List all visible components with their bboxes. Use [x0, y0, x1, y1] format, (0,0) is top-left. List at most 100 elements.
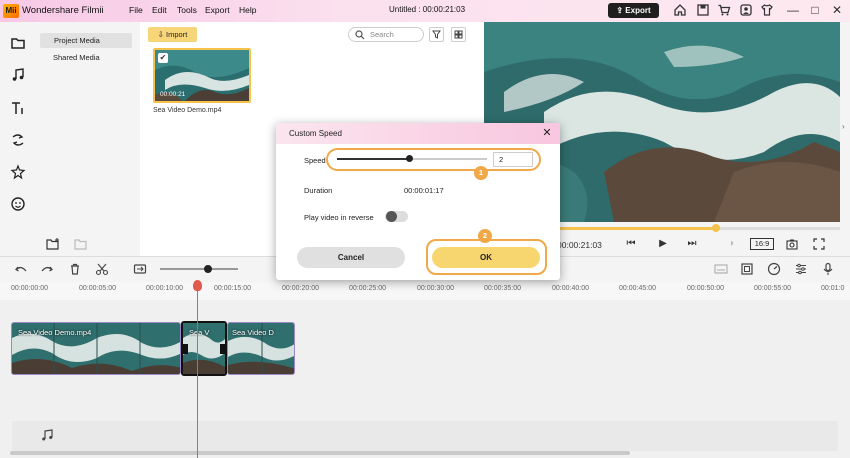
subtitle-icon[interactable]: [714, 262, 728, 276]
dialog-title: Custom Speed: [289, 129, 342, 138]
render-icon[interactable]: ◑: [724, 238, 738, 249]
upload-icon: ⇪: [616, 6, 626, 15]
chevron-right-icon: ›: [842, 122, 845, 131]
nav-project-media[interactable]: Project Media: [40, 33, 132, 48]
microphone-icon[interactable]: [821, 262, 835, 276]
maximize-icon[interactable]: □: [808, 3, 822, 17]
crop-icon[interactable]: [133, 262, 147, 276]
step-badge-1: 1: [474, 166, 488, 180]
ruler-label: 00:00:20:00: [282, 285, 319, 292]
sticker-icon[interactable]: [10, 196, 26, 212]
speed-gauge-icon[interactable]: [767, 262, 781, 276]
folder-icon[interactable]: [10, 35, 26, 51]
transition-icon[interactable]: [10, 132, 26, 148]
effects-icon[interactable]: [10, 164, 26, 180]
trim-handle-right[interactable]: [220, 344, 225, 354]
cancel-button[interactable]: Cancel: [297, 247, 405, 268]
export-label: Export: [625, 6, 651, 15]
snapshot-icon[interactable]: [786, 238, 800, 250]
adjust-sliders-icon[interactable]: [794, 262, 808, 276]
speed-slider-fill: [337, 158, 410, 160]
new-folder-icon[interactable]: [46, 237, 60, 250]
filter-button[interactable]: [429, 27, 444, 42]
ruler-label: 00:00:25:00: [349, 285, 386, 292]
playback-progress: [545, 227, 714, 230]
ruler-label: 00:00:45:00: [619, 285, 656, 292]
reverse-label: Play video in reverse: [304, 213, 374, 222]
thumbnail-duration: 00:00:21: [160, 91, 186, 98]
home-icon[interactable]: [673, 3, 687, 17]
dialog-close-icon[interactable]: ✕: [541, 127, 553, 139]
import-button[interactable]: ⇩ Import: [148, 27, 197, 42]
ruler-label: 00:00:15:00: [214, 285, 251, 292]
menu-help[interactable]: Help: [239, 5, 256, 15]
timeline-scrollbar[interactable]: [10, 451, 630, 455]
grid-view-button[interactable]: [451, 27, 466, 42]
audio-track[interactable]: [12, 421, 838, 451]
ok-button[interactable]: OK: [432, 247, 540, 268]
cart-icon[interactable]: [717, 3, 731, 17]
clip-3-label: Sea Video D: [232, 328, 274, 337]
import-label: Import: [166, 30, 188, 39]
duration-value: 00:00:01:17: [404, 186, 444, 195]
split-scissors-icon[interactable]: [95, 262, 109, 276]
export-button[interactable]: ⇪ Export: [608, 3, 659, 18]
previous-frame-icon[interactable]: ⏮: [624, 238, 638, 249]
next-frame-icon[interactable]: ⏭: [685, 238, 699, 249]
crop-frame-icon[interactable]: [740, 262, 754, 276]
speed-value-input[interactable]: 2: [493, 152, 533, 167]
account-icon[interactable]: [739, 3, 753, 17]
current-time: 00:00:21:03: [557, 240, 602, 250]
fullscreen-icon[interactable]: [813, 238, 827, 250]
save-icon[interactable]: [696, 3, 710, 17]
close-window-icon[interactable]: ✕: [830, 3, 844, 17]
preview-scrollbar[interactable]: ›: [840, 22, 850, 222]
app-logo: Mii: [3, 4, 19, 18]
ruler-label: 00:00:50:00: [687, 285, 724, 292]
redo-icon[interactable]: [40, 262, 54, 276]
aspect-ratio-button[interactable]: 16:9: [750, 238, 774, 250]
ruler-label: 00:01:0: [821, 285, 845, 292]
menu-file[interactable]: File: [129, 5, 143, 15]
ruler-label: 00:00:35:00: [484, 285, 521, 292]
playhead-handle[interactable]: [193, 280, 202, 291]
thumbnail-filename: Sea Video Demo.mp4: [153, 107, 222, 114]
ruler-label: 00:00:30:00: [417, 285, 454, 292]
playback-scrubber[interactable]: [712, 224, 720, 232]
ruler-label: 00:00:55:00: [754, 285, 791, 292]
audio-track-music-icon: [40, 428, 54, 442]
search-placeholder: Search: [370, 30, 394, 39]
speed-label: Speed: [304, 156, 326, 165]
nav-shared-media[interactable]: Shared Media: [53, 53, 100, 62]
reverse-toggle-knob: [386, 211, 397, 222]
search-icon: [355, 30, 365, 40]
ruler-label: 00:00:10:00: [146, 285, 183, 292]
clip-2-label: Sea V: [189, 328, 210, 337]
zoom-slider[interactable]: [160, 268, 238, 270]
ruler-label: 00:00:05:00: [79, 285, 116, 292]
ruler-label: 00:00:40:00: [552, 285, 589, 292]
delete-folder-icon[interactable]: [74, 237, 88, 250]
selected-checkbox[interactable]: ✔: [158, 53, 168, 63]
ruler-label: 00:00:00:00: [11, 285, 48, 292]
duration-label: Duration: [304, 186, 333, 195]
speed-slider-knob[interactable]: [406, 155, 413, 162]
menu-edit[interactable]: Edit: [152, 5, 167, 15]
text-icon[interactable]: [10, 100, 26, 116]
delete-icon[interactable]: [68, 262, 82, 276]
play-icon[interactable]: ▶: [656, 238, 670, 249]
undo-icon[interactable]: [14, 262, 28, 276]
music-icon[interactable]: [10, 67, 26, 83]
document-title: Untitled : 00:00:21:03: [389, 5, 466, 14]
zoom-knob[interactable]: [204, 265, 212, 273]
clip-1-label: Sea Video Demo.mp4: [18, 328, 92, 337]
step-badge-2: 2: [478, 229, 492, 243]
menu-tools[interactable]: Tools: [177, 5, 197, 15]
trim-handle-left[interactable]: [183, 344, 188, 354]
playhead-line[interactable]: [197, 282, 198, 458]
minimize-icon[interactable]: —: [786, 3, 800, 17]
menu-export[interactable]: Export: [205, 5, 230, 15]
app-name: Wondershare Filmii: [22, 5, 104, 16]
import-icon: ⇩: [157, 30, 167, 39]
shirt-icon[interactable]: [760, 3, 774, 17]
